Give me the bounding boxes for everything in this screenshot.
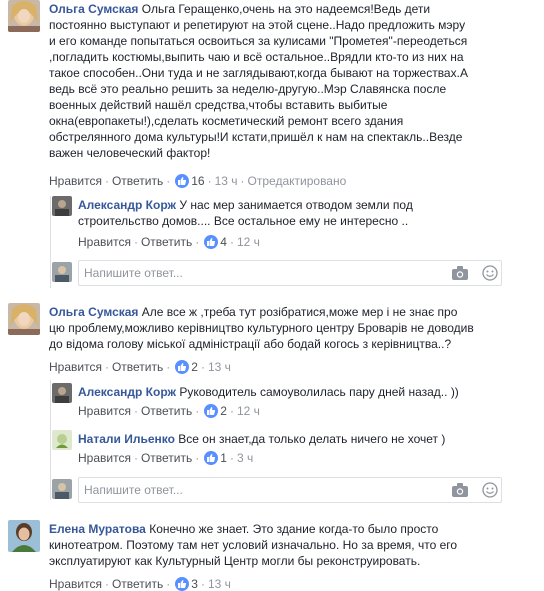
like-button[interactable]: Нравится bbox=[49, 577, 102, 591]
current-user-avatar bbox=[52, 479, 72, 499]
thumbs-up-icon bbox=[175, 577, 190, 591]
comment-text-line: окна(европакеты!),сделать косметический … bbox=[49, 114, 404, 128]
like-button[interactable]: Нравится bbox=[49, 360, 102, 374]
camera-icon[interactable] bbox=[452, 266, 468, 280]
like-count[interactable]: 16 bbox=[191, 174, 204, 188]
comment-text-line: кинотеатром. Поэтому там нет условий изн… bbox=[49, 538, 458, 552]
reply-input-placeholder: Напишите ответ... bbox=[84, 266, 183, 280]
comment-timestamp[interactable]: 12 ч bbox=[237, 235, 260, 249]
reply-input-placeholder: Напишите ответ... bbox=[84, 483, 183, 497]
avatar[interactable] bbox=[8, 0, 40, 32]
like-count[interactable]: 3 bbox=[191, 577, 198, 591]
comment-text-line: до відома голову міської адміністрації а… bbox=[49, 337, 452, 351]
reply-button[interactable]: Ответить bbox=[112, 577, 163, 591]
camera-icon[interactable] bbox=[452, 483, 468, 497]
like-count[interactable]: 4 bbox=[220, 235, 227, 249]
thumbs-up-icon bbox=[175, 360, 190, 374]
comment-text-line: ведь всё это реально решить за неделю-др… bbox=[49, 82, 447, 96]
like-button[interactable]: Нравится bbox=[78, 451, 131, 465]
comment-author[interactable]: Натали Ильенко bbox=[78, 432, 175, 446]
comment-text-line: военных действий нашёл средства,чтобы вс… bbox=[49, 98, 388, 112]
comment-text-line: такое способен..Они туда и не заглядываю… bbox=[49, 66, 468, 80]
reply-input-box[interactable]: Напишите ответ... bbox=[78, 477, 502, 503]
avatar[interactable] bbox=[8, 520, 40, 552]
comment-author[interactable]: Елена Муратова bbox=[49, 522, 146, 536]
like-count[interactable]: 1 bbox=[220, 451, 227, 465]
reply-button[interactable]: Ответить bbox=[141, 404, 192, 418]
comment-timestamp[interactable]: 12 ч bbox=[237, 404, 260, 418]
reply-input-box[interactable]: Напишите ответ... bbox=[78, 260, 502, 286]
comment-text-line: У нас мер занимается отводом земли под bbox=[179, 198, 413, 212]
emoji-icon[interactable] bbox=[482, 265, 498, 281]
comment-author[interactable]: Ольга Сумская bbox=[49, 2, 138, 16]
thumbs-up-icon bbox=[204, 404, 219, 418]
like-count[interactable]: 2 bbox=[191, 360, 198, 374]
thumbs-up-icon bbox=[175, 174, 190, 188]
comment-text-line: Але все ж ,треба тут розібратися,може ме… bbox=[141, 305, 458, 319]
like-button[interactable]: Нравится bbox=[78, 404, 131, 418]
like-button[interactable]: Нравится bbox=[49, 174, 102, 188]
comment-text-line: Конечно же знает. Это здание когда-то бы… bbox=[149, 522, 439, 536]
comment-author[interactable]: Александр Корж bbox=[78, 198, 176, 212]
comment-text-line: эксплуатируют как Культурный Центр могли… bbox=[49, 554, 421, 568]
reply-button[interactable]: Ответить bbox=[112, 174, 163, 188]
avatar[interactable] bbox=[52, 383, 72, 403]
comment-text-line: и его команде попытаться освоиться за ку… bbox=[49, 34, 468, 48]
current-user-avatar bbox=[52, 262, 72, 282]
reply-thread-line bbox=[50, 380, 51, 500]
reply-thread-line bbox=[50, 196, 51, 288]
like-button[interactable]: Нравится bbox=[78, 235, 131, 249]
comment-text-line: ,погладить костюмы,выпить чаю и всё оста… bbox=[49, 50, 464, 64]
edited-label[interactable]: Отредактировано bbox=[248, 174, 347, 188]
comment-text-line: Все он знает,да только делать ничего не … bbox=[178, 432, 446, 446]
comment-timestamp[interactable]: 3 ч bbox=[237, 451, 253, 465]
comment-timestamp[interactable]: 13 ч bbox=[208, 360, 231, 374]
comment-author[interactable]: Александр Корж bbox=[78, 385, 176, 399]
thumbs-up-icon bbox=[204, 451, 219, 465]
comment-text-line: постоянно выступают и репетируют на этой… bbox=[49, 18, 466, 32]
comment-timestamp[interactable]: 13 ч bbox=[215, 174, 238, 188]
comment-text-line: важен человеческий фактор! bbox=[49, 146, 211, 160]
reply-button[interactable]: Ответить bbox=[141, 235, 192, 249]
emoji-icon[interactable] bbox=[482, 482, 498, 498]
comment-text-line: строительство домов.... Все остальное ем… bbox=[78, 214, 409, 228]
like-count[interactable]: 2 bbox=[220, 404, 227, 418]
comment-text-line: обстрелянного дома культуры!И кстати,при… bbox=[49, 130, 463, 144]
comment-text-line: Руководитель самоуволилась пару дней наз… bbox=[179, 385, 459, 399]
avatar[interactable] bbox=[52, 430, 72, 450]
avatar[interactable] bbox=[52, 196, 72, 216]
comment-text-line: цю проблему,можливо керівництво культурн… bbox=[49, 321, 474, 335]
comment-text-line: Ольга Геращенко,очень на это надеемся!Ве… bbox=[141, 2, 431, 16]
reply-button[interactable]: Ответить bbox=[141, 451, 192, 465]
reply-button[interactable]: Ответить bbox=[112, 360, 163, 374]
comment-timestamp[interactable]: 13 ч bbox=[208, 577, 231, 591]
avatar[interactable] bbox=[8, 303, 40, 335]
comment-author[interactable]: Ольга Сумская bbox=[49, 305, 138, 319]
thumbs-up-icon bbox=[204, 235, 219, 249]
